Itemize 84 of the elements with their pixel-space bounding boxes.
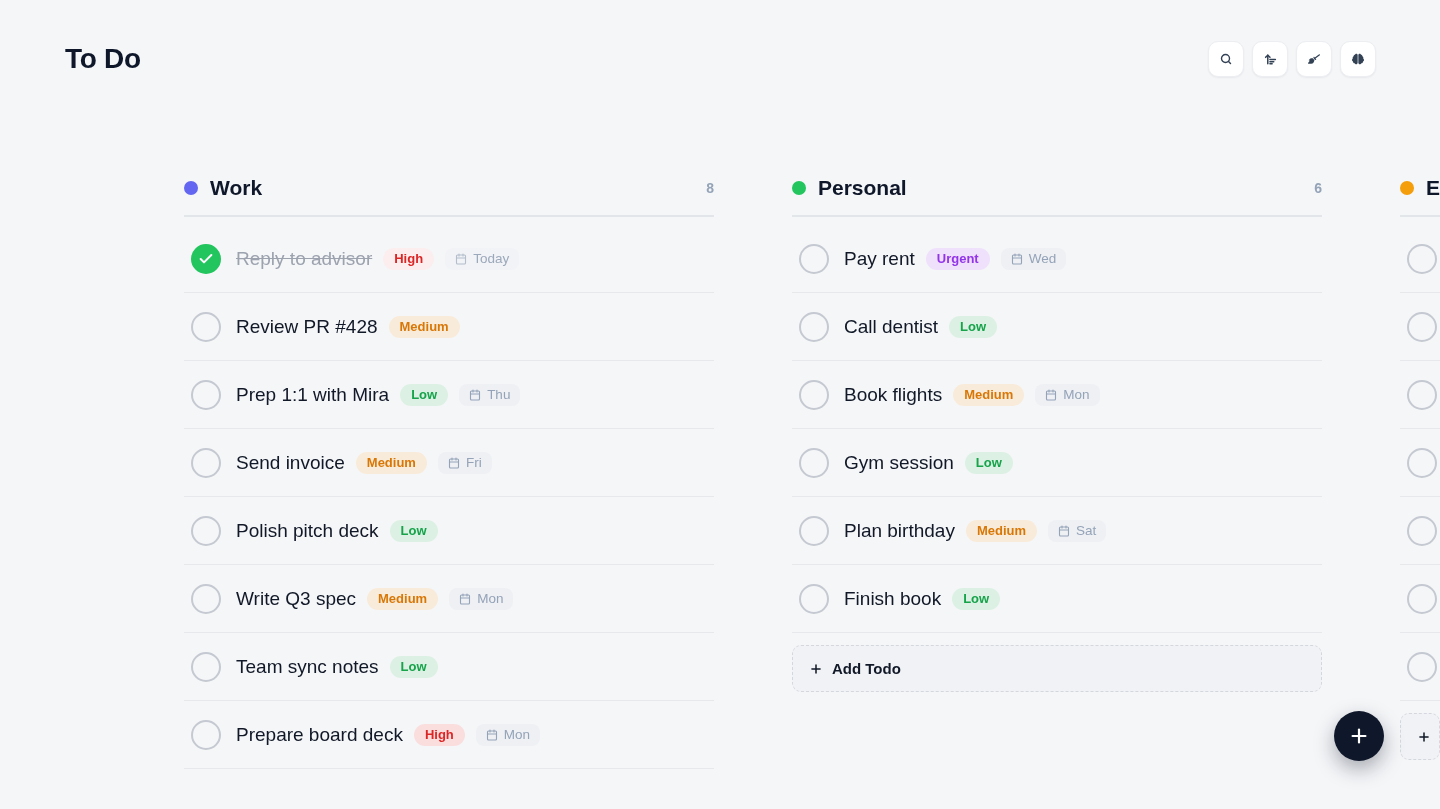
due-date: Fri xyxy=(465,455,482,470)
sort-icon xyxy=(1263,52,1277,66)
due-date: Today xyxy=(473,251,510,266)
priority-tag: Medium xyxy=(388,315,460,338)
add-todo-button[interactable]: Add Todo xyxy=(792,645,1322,692)
due-date: Mon xyxy=(1063,387,1090,402)
checkbox[interactable] xyxy=(799,583,829,614)
checkbox[interactable] xyxy=(1407,447,1437,478)
todo-title: Call dentist xyxy=(844,315,938,338)
todo-title: Pay rent xyxy=(844,247,915,270)
due-date: Thu xyxy=(487,387,511,402)
item-count: 8 xyxy=(706,180,714,196)
checkbox[interactable] xyxy=(1407,583,1437,614)
brain-icon xyxy=(1352,53,1364,65)
checkbox[interactable] xyxy=(799,447,829,478)
calendar-icon xyxy=(469,388,482,401)
calendar-icon xyxy=(447,456,460,469)
priority-tag: High xyxy=(383,247,435,270)
priority-tag: Low xyxy=(400,383,449,406)
broom-button[interactable] xyxy=(1296,41,1332,77)
checkbox[interactable] xyxy=(1407,311,1437,342)
search-button[interactable] xyxy=(1208,41,1244,77)
priority-tag: Urgent xyxy=(925,247,990,270)
todo-title: Review PR #428 xyxy=(236,315,378,338)
todo-title: Book flights xyxy=(844,383,943,406)
due-date: Sat xyxy=(1076,523,1097,538)
sort-button[interactable] xyxy=(1252,41,1288,77)
checkbox[interactable] xyxy=(191,583,221,614)
checkbox[interactable] xyxy=(799,311,829,342)
due-date: Wed xyxy=(1028,251,1057,266)
checkbox[interactable] xyxy=(191,515,221,546)
checkbox[interactable] xyxy=(799,379,829,410)
priority-tag: Medium xyxy=(355,451,427,474)
calendar-icon xyxy=(1010,252,1023,265)
todo-title: Polish pitch deck xyxy=(236,519,379,542)
todo-title: Send invoice xyxy=(236,451,345,474)
todo-title: Gym session xyxy=(844,451,954,474)
broom-icon xyxy=(1308,53,1320,65)
todo-title: Reply to advisor xyxy=(236,247,373,270)
todo-title: Finish book xyxy=(844,587,942,610)
item-count: 6 xyxy=(1314,180,1322,196)
todo-title: Prepare board deck xyxy=(236,723,403,746)
calendar-icon xyxy=(1045,388,1058,401)
checkbox[interactable] xyxy=(191,651,221,682)
add-button[interactable] xyxy=(1334,711,1384,761)
priority-tag: Medium xyxy=(965,519,1038,542)
checkbox[interactable] xyxy=(799,243,829,274)
calendar-icon xyxy=(459,592,472,605)
column-title: Work xyxy=(210,176,263,200)
checkbox[interactable] xyxy=(191,311,221,342)
plus-icon xyxy=(1417,729,1431,744)
due-date: Mon xyxy=(503,727,531,742)
column-title: Personal xyxy=(818,176,907,200)
calendar-icon xyxy=(1058,524,1071,537)
page-title: To Do xyxy=(65,42,141,76)
priority-tag: Low xyxy=(389,519,438,542)
calendar-icon xyxy=(485,728,498,741)
todo-title: Prep 1:1 with Mira xyxy=(236,383,390,406)
checkbox[interactable] xyxy=(1407,243,1437,274)
todo-title: Plan birthday xyxy=(844,519,955,542)
priority-tag: Medium xyxy=(953,383,1025,406)
checkbox[interactable] xyxy=(191,243,221,274)
todo-title: Team sync notes xyxy=(236,655,379,678)
checkbox[interactable] xyxy=(1407,379,1437,410)
brain-button[interactable] xyxy=(1340,41,1376,77)
checkbox[interactable] xyxy=(191,719,221,750)
column-title: E xyxy=(1426,176,1440,200)
due-date: Mon xyxy=(477,591,504,606)
calendar-icon xyxy=(455,252,468,265)
checkbox[interactable] xyxy=(799,515,829,546)
priority-tag: Low xyxy=(389,655,438,678)
plus-icon xyxy=(809,661,823,676)
priority-tag: Low xyxy=(952,587,1001,610)
priority-tag: Low xyxy=(964,451,1013,474)
priority-tag: Medium xyxy=(367,587,439,610)
priority-tag: High xyxy=(413,723,465,746)
checkbox[interactable] xyxy=(191,379,221,410)
checkbox[interactable] xyxy=(1407,651,1437,682)
add-todo-button[interactable] xyxy=(1400,713,1440,760)
todo-title: Write Q3 spec xyxy=(236,587,357,610)
checkbox[interactable] xyxy=(191,447,221,478)
search-icon xyxy=(1220,53,1232,65)
checkbox[interactable] xyxy=(1407,515,1437,546)
priority-tag: Low xyxy=(949,315,997,338)
